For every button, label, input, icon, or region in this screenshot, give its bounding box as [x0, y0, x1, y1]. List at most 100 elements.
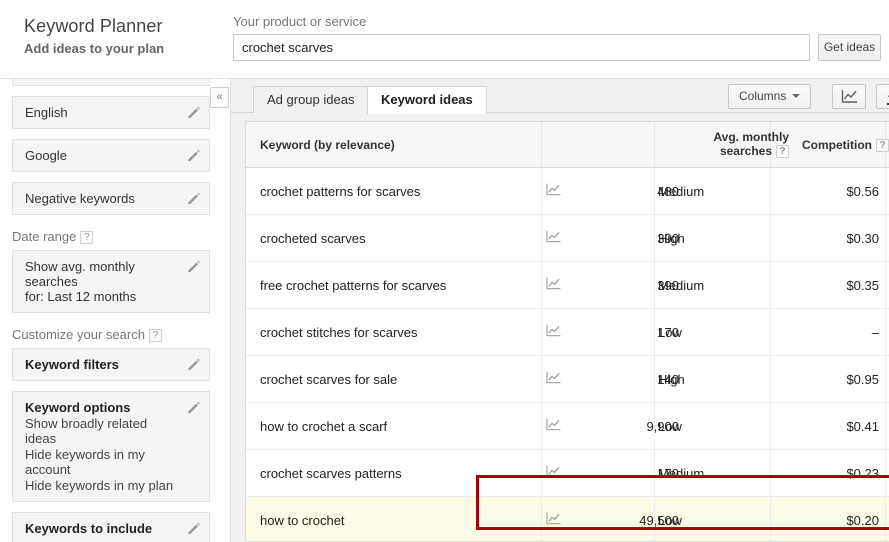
keyword-ideas-table: Keyword (by relevance) Avg. monthly sear…: [245, 121, 889, 542]
cell-separator: [541, 262, 542, 309]
cell-suggested-bid: $0.23: [776, 466, 879, 481]
tab-keyword-ideas[interactable]: Keyword ideas: [367, 86, 487, 114]
avg-header-line-2: searches?: [694, 144, 789, 158]
trend-chart-icon[interactable]: [546, 418, 561, 434]
cell-suggested-bid: $0.30: [776, 231, 879, 246]
cell-suggested-bid: $0.56: [776, 184, 879, 199]
line-chart-icon: [833, 85, 865, 108]
keywords-to-include-title: Keywords to include: [25, 521, 179, 536]
edit-pencil-icon[interactable]: [187, 148, 201, 165]
date-range-line-2: for: Last 12 months: [25, 289, 179, 304]
table-row[interactable]: how to crochet49,500Low$0.20: [246, 497, 889, 542]
cell-separator: [885, 168, 886, 215]
cell-separator: [541, 497, 542, 542]
column-header-avg-monthly-searches[interactable]: Avg. monthly searches?: [694, 130, 789, 158]
sidebar-item-keyword-filters[interactable]: Keyword filters: [12, 348, 210, 381]
edit-pencil-icon[interactable]: [187, 105, 201, 122]
cell-suggested-bid: –: [776, 325, 879, 340]
trend-chart-icon[interactable]: [546, 324, 561, 340]
product-or-service-input[interactable]: [233, 34, 810, 61]
cell-separator: [770, 215, 771, 262]
table-row[interactable]: crocheted scarves390High$0.30: [246, 215, 889, 262]
keyword-option-broadly-related: Show broadly related ideas: [25, 416, 179, 446]
cell-competition: Low: [658, 513, 682, 528]
cell-keyword: crochet stitches for scarves: [260, 325, 418, 340]
table-header-row: Keyword (by relevance) Avg. monthly sear…: [246, 122, 889, 168]
trend-chart-icon[interactable]: [546, 277, 561, 293]
help-icon[interactable]: ?: [876, 139, 889, 152]
column-header-keyword[interactable]: Keyword (by relevance): [260, 138, 395, 152]
cell-separator: [541, 450, 542, 497]
cell-competition: Low: [658, 419, 682, 434]
cell-competition: Medium: [658, 278, 704, 293]
cell-separator: [541, 215, 542, 262]
cell-suggested-bid: $0.35: [776, 278, 879, 293]
tab-bar: Ad group ideas Keyword ideas Columns: [231, 79, 889, 113]
get-ideas-button[interactable]: Get ideas: [818, 34, 881, 61]
trend-chart-icon[interactable]: [546, 371, 561, 387]
help-icon[interactable]: ?: [80, 231, 93, 244]
header-separator: [541, 122, 542, 168]
edit-pencil-icon[interactable]: [187, 191, 201, 208]
tab-ad-group-ideas[interactable]: Ad group ideas: [253, 86, 368, 113]
sidebar-item-location[interactable]: United States: [12, 79, 210, 86]
edit-pencil-icon[interactable]: [187, 400, 201, 417]
trend-chart-icon[interactable]: [546, 230, 561, 246]
sidebar: United States English Google Negative ke…: [0, 79, 230, 542]
trend-chart-icon[interactable]: [546, 512, 561, 528]
sidebar-item-date-range[interactable]: Show avg. monthly searches for: Last 12 …: [12, 250, 210, 313]
sidebar-network-label: Google: [25, 148, 67, 163]
table-row[interactable]: crochet scarves patterns170Medium$0.23: [246, 450, 889, 497]
edit-pencil-icon[interactable]: [187, 259, 201, 276]
sidebar-item-search-network[interactable]: Google: [12, 139, 210, 172]
trend-chart-icon[interactable]: [546, 183, 561, 199]
cell-suggested-bid: $0.20: [776, 513, 879, 528]
customize-search-heading-label: Customize your search: [12, 327, 145, 342]
trend-chart-icon[interactable]: [546, 465, 561, 481]
page-title: Keyword Planner: [24, 16, 163, 37]
table-row[interactable]: free crochet patterns for scarves390Medi…: [246, 262, 889, 309]
columns-dropdown-label: Columns: [739, 89, 786, 103]
sidebar-item-language[interactable]: English: [12, 96, 210, 129]
help-icon[interactable]: ?: [776, 145, 789, 158]
cell-keyword: free crochet patterns for scarves: [260, 278, 446, 293]
page-subtitle: Add ideas to your plan: [24, 41, 164, 56]
download-button[interactable]: [876, 84, 889, 109]
cell-competition: High: [658, 231, 685, 246]
table-row[interactable]: crochet scarves for sale140High$0.95: [246, 356, 889, 403]
cell-separator: [770, 403, 771, 450]
date-range-heading: Date range?: [12, 229, 230, 244]
cell-keyword: crochet patterns for scarves: [260, 184, 420, 199]
page-header: Keyword Planner Add ideas to your plan Y…: [0, 0, 889, 78]
cell-competition: Medium: [658, 184, 704, 199]
table-row[interactable]: how to crochet a scarf9,900Low$0.41: [246, 403, 889, 450]
cell-separator: [885, 309, 886, 356]
columns-dropdown-button[interactable]: Columns: [728, 84, 811, 109]
chart-view-button[interactable]: [832, 84, 866, 109]
sidebar-item-negative-keywords[interactable]: Negative keywords: [12, 182, 210, 215]
help-icon[interactable]: ?: [149, 329, 162, 342]
search-field-label: Your product or service: [233, 14, 366, 29]
cell-separator: [885, 497, 886, 542]
cell-separator: [541, 403, 542, 450]
column-header-competition[interactable]: Competition?: [802, 138, 889, 152]
keyword-options-title: Keyword options: [25, 400, 179, 415]
cell-separator: [541, 356, 542, 403]
cell-suggested-bid: $0.41: [776, 419, 879, 434]
cell-separator: [770, 497, 771, 542]
table-row[interactable]: crochet stitches for scarves170Low–: [246, 309, 889, 356]
collapse-sidebar-button[interactable]: «: [210, 87, 229, 108]
edit-pencil-icon[interactable]: [187, 357, 201, 374]
cell-separator: [885, 215, 886, 262]
cell-separator: [770, 450, 771, 497]
customize-search-heading: Customize your search?: [12, 327, 230, 342]
date-range-heading-label: Date range: [12, 229, 76, 244]
edit-pencil-icon[interactable]: [187, 521, 201, 538]
table-body: crochet patterns for scarves480Medium$0.…: [246, 168, 889, 542]
sidebar-item-keyword-options[interactable]: Keyword options Show broadly related ide…: [12, 391, 210, 502]
cell-separator: [770, 262, 771, 309]
table-row[interactable]: crochet patterns for scarves480Medium$0.…: [246, 168, 889, 215]
cell-keyword: how to crochet a scarf: [260, 419, 387, 434]
cell-separator: [541, 168, 542, 215]
sidebar-item-keywords-to-include[interactable]: Keywords to include: [12, 512, 210, 542]
